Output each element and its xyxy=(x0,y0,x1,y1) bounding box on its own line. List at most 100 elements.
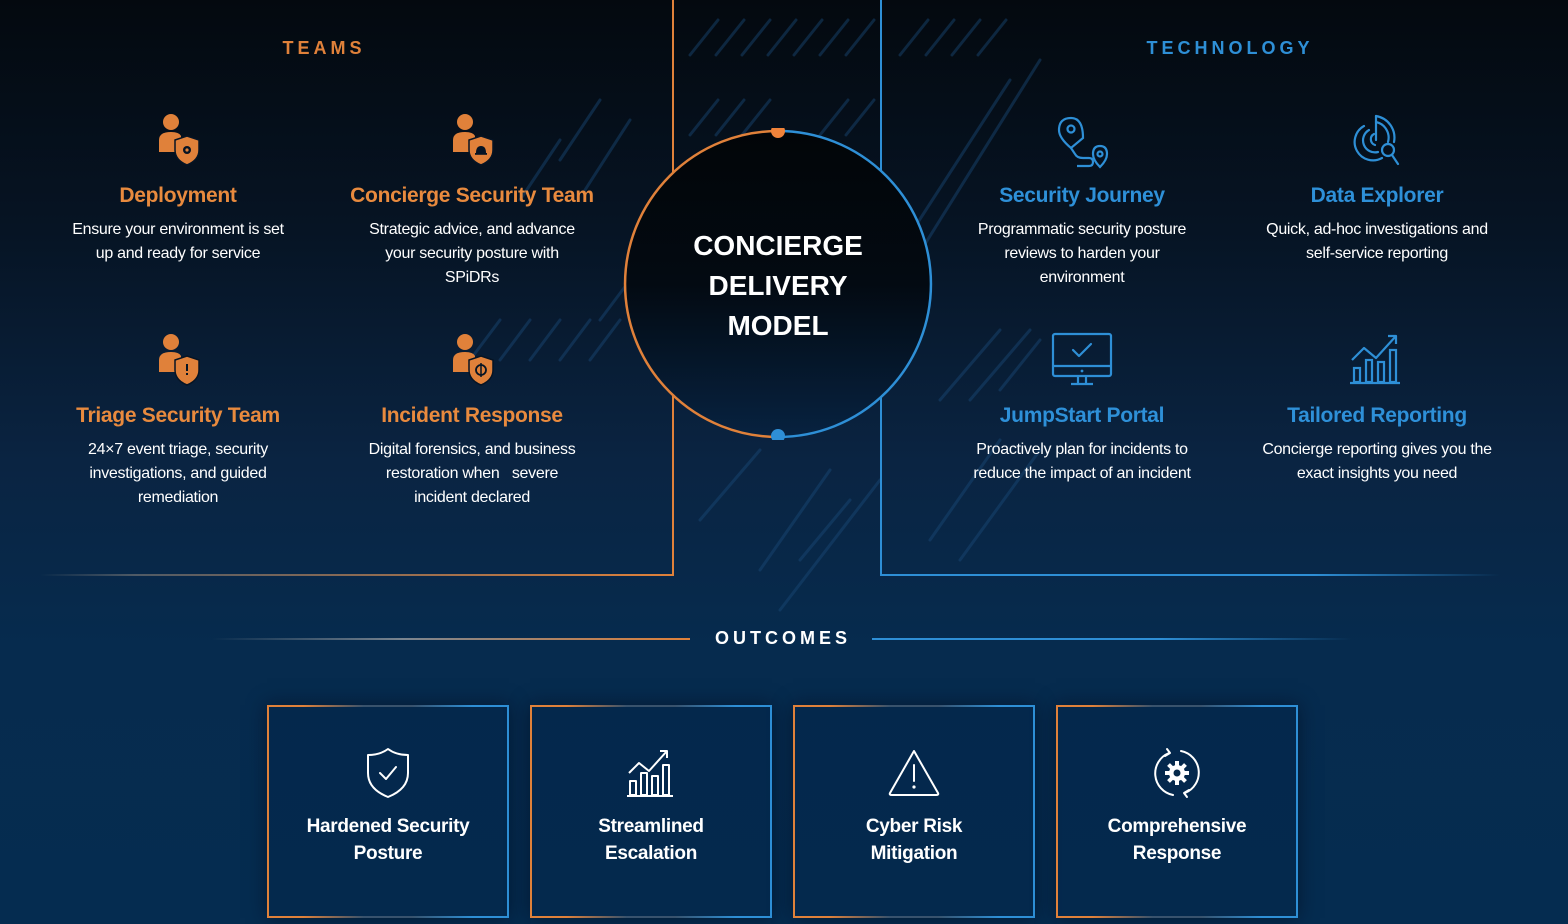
tech-item-name: Data Explorer xyxy=(1310,184,1444,207)
technology-frame-bottom-line xyxy=(880,574,1500,576)
tech-item-jumpstart-portal: JumpStart Portal Proactively plan for in… xyxy=(932,332,1232,486)
team-item-description: 24×7 event triage, security investigatio… xyxy=(28,438,328,510)
user-shield-target-icon xyxy=(453,334,494,386)
desc-line: SPiDRs xyxy=(444,269,500,286)
user-shield-gear-icon xyxy=(159,114,200,166)
label-line: Response xyxy=(1132,843,1222,864)
label-line: Posture xyxy=(353,843,423,864)
desc-line: up and ready for service xyxy=(95,245,261,262)
teams-frame-bottom-line xyxy=(40,574,674,576)
gear-cycle-icon xyxy=(1154,748,1200,798)
desc-line: investigations, and guided xyxy=(89,465,267,482)
team-item-name: Triage Security Team xyxy=(76,404,280,427)
bar-chart-trend-icon xyxy=(1350,334,1400,385)
concierge-delivery-model-diagram: TEAMS TECHNOLOGY Deployment Ensure your … xyxy=(0,0,1568,924)
desc-line: incident declared xyxy=(414,489,530,506)
team-item-incident-response: Incident Response Digital forensics, and… xyxy=(322,332,622,510)
desc-line: Ensure your environment is set xyxy=(72,221,284,238)
label-line: Mitigation xyxy=(870,843,958,864)
card-edge xyxy=(793,705,1035,707)
outcome-card-label: Comprehensive Response xyxy=(1056,813,1298,867)
desc-line: Programmatic security posture xyxy=(977,221,1187,238)
card-edge xyxy=(793,916,1035,918)
card-edge xyxy=(1056,705,1298,707)
outcome-card-label: Streamlined Escalation xyxy=(530,813,772,867)
team-item-description: Digital forensics, and business restorat… xyxy=(322,438,622,510)
label-line: Hardened Security xyxy=(306,816,470,837)
center-title-line: CONCIERGE xyxy=(693,230,863,261)
tech-item-data-explorer: Data Explorer Quick, ad-hoc investigatio… xyxy=(1227,112,1527,266)
team-item-deployment: Deployment Ensure your environment is se… xyxy=(28,112,328,266)
outcome-card-label: Hardened Security Posture xyxy=(267,813,509,867)
desc-line: reviews to harden your xyxy=(1004,245,1160,262)
bar-chart-trend-icon xyxy=(627,750,673,797)
desc-line: your security posture with xyxy=(385,245,559,262)
team-item-description: Ensure your environment is set up and re… xyxy=(28,218,328,266)
tech-item-description: Concierge reporting gives you the exact … xyxy=(1227,438,1527,486)
desc-line: restoration when severe xyxy=(385,465,559,482)
card-edge xyxy=(267,705,269,918)
desc-line: reduce the impact of an incident xyxy=(973,465,1191,482)
tech-item-description: Quick, ad-hoc investigations and self-se… xyxy=(1227,218,1527,266)
desc-line: Digital forensics, and business xyxy=(368,441,576,458)
teams-heading: TEAMS xyxy=(282,38,366,58)
tech-item-name: Tailored Reporting xyxy=(1287,404,1467,427)
route-pins-icon xyxy=(1057,116,1109,169)
outcome-card-hardened-security-posture: Hardened Security Posture xyxy=(267,705,509,918)
outcomes-divider-left xyxy=(212,638,690,640)
label-line: Streamlined xyxy=(598,816,704,837)
card-edge xyxy=(1033,705,1035,918)
technology-heading: TECHNOLOGY xyxy=(1146,38,1314,58)
desc-line: 24×7 event triage, security xyxy=(87,441,268,458)
team-item-name: Deployment xyxy=(119,184,237,207)
card-edge xyxy=(267,916,509,918)
card-edge xyxy=(793,705,795,918)
team-item-name: Incident Response xyxy=(381,404,563,427)
label-line: Comprehensive xyxy=(1107,816,1247,837)
team-item-description: Strategic advice, and advance your secur… xyxy=(322,218,622,290)
shield-check-icon xyxy=(367,748,409,798)
card-edge xyxy=(530,705,532,918)
desc-line: self-service reporting xyxy=(1306,245,1448,262)
outcome-card-label: Cyber Risk Mitigation xyxy=(793,813,1035,867)
radar-search-icon xyxy=(1353,114,1400,166)
team-item-name: Concierge Security Team xyxy=(350,184,594,207)
card-edge xyxy=(267,705,509,707)
center-title: CONCIERGE DELIVERY MODEL xyxy=(622,226,934,346)
monitor-check-icon xyxy=(1051,332,1113,386)
center-title-line: DELIVERY xyxy=(708,270,848,301)
desc-line: environment xyxy=(1039,269,1125,286)
card-edge xyxy=(1056,916,1298,918)
tech-item-name: Security Journey xyxy=(999,184,1165,207)
tech-item-description: Proactively plan for incidents to reduce… xyxy=(932,438,1232,486)
card-edge xyxy=(1296,705,1298,918)
label-line: Escalation xyxy=(604,843,698,864)
card-edge xyxy=(770,705,772,918)
card-edge xyxy=(507,705,509,918)
label-line: Cyber Risk xyxy=(865,816,963,837)
team-item-concierge-security-team: Concierge Security Team Strategic advice… xyxy=(322,112,622,290)
desc-line: Strategic advice, and advance xyxy=(369,221,575,238)
outcome-card-cyber-risk-mitigation: Cyber Risk Mitigation xyxy=(793,705,1035,918)
user-shield-bell-icon xyxy=(453,114,494,166)
outcomes-heading: OUTCOMES xyxy=(714,628,851,648)
outcomes-divider-right xyxy=(872,638,1352,640)
tech-item-name: JumpStart Portal xyxy=(999,404,1165,427)
tech-item-security-journey: Security Journey Programmatic security p… xyxy=(932,112,1232,290)
desc-line: Proactively plan for incidents to xyxy=(976,441,1188,458)
user-shield-alert-icon xyxy=(159,334,200,386)
card-edge xyxy=(530,705,772,707)
outcome-card-comprehensive-response: Comprehensive Response xyxy=(1056,705,1298,918)
center-title-line: MODEL xyxy=(727,310,829,341)
card-edge xyxy=(530,916,772,918)
outcome-card-streamlined-escalation: Streamlined Escalation xyxy=(530,705,772,918)
warning-triangle-icon xyxy=(888,750,940,796)
desc-line: Quick, ad-hoc investigations and xyxy=(1266,221,1488,238)
desc-line: exact insights you need xyxy=(1296,465,1458,482)
tech-item-description: Programmatic security posture reviews to… xyxy=(932,218,1232,290)
desc-line: remediation xyxy=(137,489,219,506)
tech-item-tailored-reporting: Tailored Reporting Concierge reporting g… xyxy=(1227,332,1527,486)
desc-line: Concierge reporting gives you the xyxy=(1262,441,1492,458)
card-edge xyxy=(1056,705,1058,918)
team-item-triage-security-team: Triage Security Team 24×7 event triage, … xyxy=(28,332,328,510)
